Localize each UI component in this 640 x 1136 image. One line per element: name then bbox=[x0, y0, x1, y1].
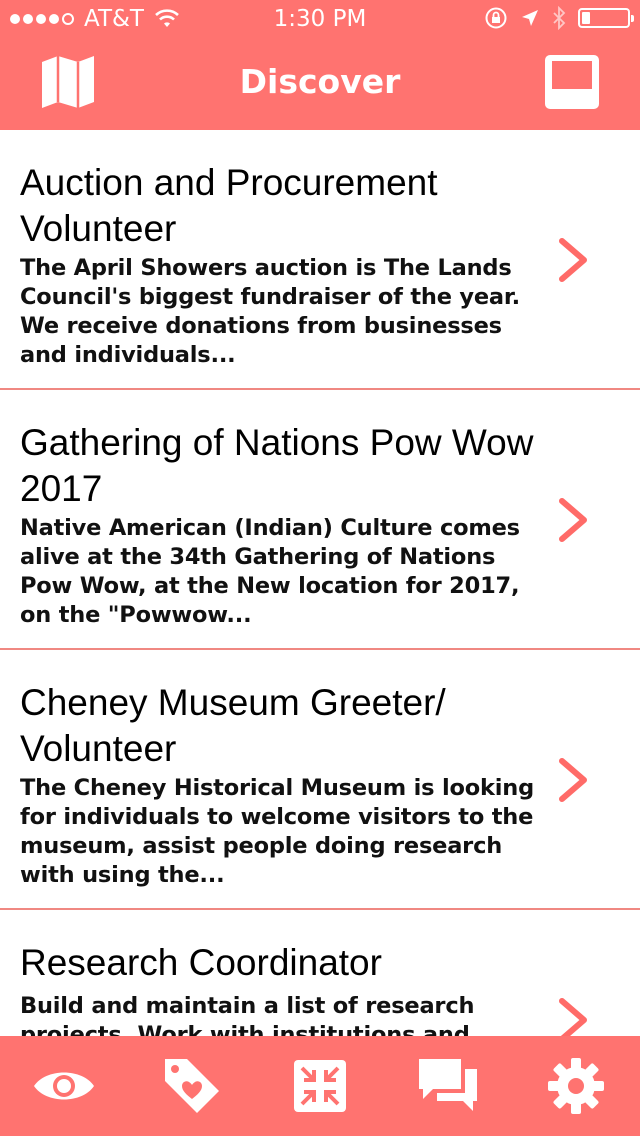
chevron-right-icon bbox=[559, 498, 587, 542]
chevron-right-icon bbox=[559, 998, 587, 1036]
rotation-lock-icon bbox=[485, 7, 507, 29]
tab-settings[interactable] bbox=[544, 1054, 608, 1118]
list-item[interactable]: Research Coordinator Build and maintain … bbox=[0, 910, 640, 1036]
tag-heart-icon bbox=[165, 1059, 219, 1113]
header: AT&T 1:30 PM Discover bbox=[0, 0, 640, 130]
item-description: The April Showers auction is The Lands C… bbox=[20, 255, 520, 368]
item-title: Cheney Museum Greeter/ Volunteer bbox=[20, 682, 446, 769]
tab-messages[interactable] bbox=[416, 1054, 480, 1118]
item-title: Auction and Procurement Volunteer bbox=[20, 162, 438, 249]
tab-discover[interactable] bbox=[288, 1054, 352, 1118]
chevron-right-icon bbox=[559, 758, 587, 802]
item-title: Research Coordinator bbox=[20, 942, 382, 983]
tab-watch[interactable] bbox=[32, 1054, 96, 1118]
gear-icon bbox=[548, 1058, 604, 1114]
discover-screen: AT&T 1:30 PM Discover Auction and Procur… bbox=[0, 0, 640, 1136]
eye-icon bbox=[34, 1072, 94, 1100]
location-arrow-icon bbox=[522, 10, 538, 26]
chat-icon bbox=[419, 1059, 477, 1111]
item-title: Gathering of Nations Pow Wow 2017 bbox=[20, 422, 534, 509]
list-item[interactable]: Auction and Procurement Volunteer The Ap… bbox=[0, 130, 640, 390]
navigation-bar: Discover bbox=[0, 40, 640, 130]
inbox-icon bbox=[545, 55, 599, 109]
inbox-button[interactable] bbox=[542, 52, 602, 112]
status-bar: AT&T 1:30 PM bbox=[0, 0, 640, 40]
bluetooth-icon bbox=[553, 6, 566, 30]
item-description: Build and maintain a list of research pr… bbox=[20, 993, 475, 1036]
opportunity-list: Auction and Procurement Volunteer The Ap… bbox=[0, 130, 640, 1036]
tab-bar bbox=[0, 1036, 640, 1136]
list-item[interactable]: Cheney Museum Greeter/ Volunteer The Che… bbox=[0, 650, 640, 910]
chevron-right-icon bbox=[559, 238, 587, 282]
item-description: The Cheney Historical Museum is looking … bbox=[20, 775, 534, 888]
battery-icon bbox=[578, 8, 634, 28]
list-item[interactable]: Gathering of Nations Pow Wow 2017 Native… bbox=[0, 390, 640, 650]
item-description: Native American (Indian) Culture comes a… bbox=[20, 515, 520, 628]
expand-icon bbox=[294, 1060, 346, 1112]
status-right bbox=[484, 6, 634, 30]
tab-favorites[interactable] bbox=[160, 1054, 224, 1118]
